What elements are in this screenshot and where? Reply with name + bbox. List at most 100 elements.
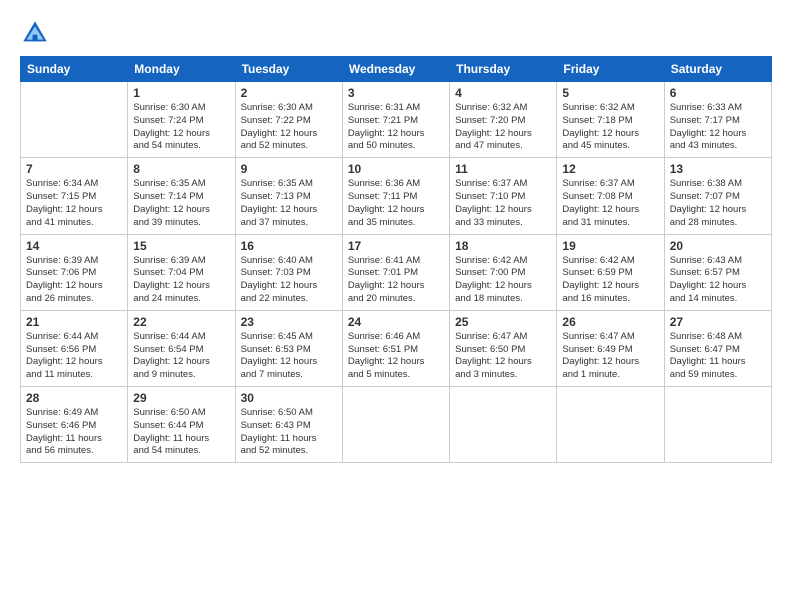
calendar-cell: 12 Sunrise: 6:37 AM Sunset: 7:08 PM Dayli… [557,158,664,234]
day-info: Sunrise: 6:31 AM Sunset: 7:21 PM Dayligh… [348,102,444,153]
day-info: Sunrise: 6:43 AM Sunset: 6:57 PM Dayligh… [670,255,766,306]
calendar-cell: 2Sunrise: 6:30 AM Sunset: 7:22 PM Daylig… [235,82,342,158]
calendar-cell: 28 Sunrise: 6:49 AM Sunset: 6:46 PM Dayli… [21,387,128,463]
day-info: Sunrise: 6:32 AM Sunset: 7:18 PM Dayligh… [562,102,658,153]
day-number: 8 [133,162,229,176]
calendar-day-header: Thursday [450,57,557,82]
calendar-cell [342,387,449,463]
day-number: 13 [670,162,766,176]
day-info: Sunrise: 6:50 AM Sunset: 6:43 PM Dayligh… [241,407,337,458]
day-number: 23 [241,315,337,329]
day-number: 4 [455,86,551,100]
day-number: 17 [348,239,444,253]
day-info: Sunrise: 6:39 AM Sunset: 7:06 PM Dayligh… [26,255,122,306]
day-info: Sunrise: 6:36 AM Sunset: 7:11 PM Dayligh… [348,178,444,229]
day-info: Sunrise: 6:49 AM Sunset: 6:46 PM Dayligh… [26,407,122,458]
day-number: 6 [670,86,766,100]
calendar-cell: 10Sunrise: 6:36 AM Sunset: 7:11 PM Dayli… [342,158,449,234]
day-number: 7 [26,162,122,176]
calendar-cell: 25 Sunrise: 6:47 AM Sunset: 6:50 PM Dayli… [450,310,557,386]
day-number: 11 [455,162,551,176]
day-number: 21 [26,315,122,329]
calendar-header-row: SundayMondayTuesdayWednesdayThursdayFrid… [21,57,772,82]
day-info: Sunrise: 6:41 AM Sunset: 7:01 PM Dayligh… [348,255,444,306]
calendar-week-row: 28 Sunrise: 6:49 AM Sunset: 6:46 PM Dayli… [21,387,772,463]
calendar-cell: 8 Sunrise: 6:35 AM Sunset: 7:14 PM Daylig… [128,158,235,234]
day-info: Sunrise: 6:37 AM Sunset: 7:10 PM Dayligh… [455,178,551,229]
calendar-cell [21,82,128,158]
header [20,18,772,48]
day-info: Sunrise: 6:35 AM Sunset: 7:14 PM Dayligh… [133,178,229,229]
calendar-cell: 11 Sunrise: 6:37 AM Sunset: 7:10 PM Dayli… [450,158,557,234]
calendar-day-header: Friday [557,57,664,82]
day-info: Sunrise: 6:39 AM Sunset: 7:04 PM Dayligh… [133,255,229,306]
day-info: Sunrise: 6:32 AM Sunset: 7:20 PM Dayligh… [455,102,551,153]
day-info: Sunrise: 6:48 AM Sunset: 6:47 PM Dayligh… [670,331,766,382]
calendar-cell: 23 Sunrise: 6:45 AM Sunset: 6:53 PM Dayli… [235,310,342,386]
calendar-week-row: 21 Sunrise: 6:44 AM Sunset: 6:56 PM Dayli… [21,310,772,386]
day-info: Sunrise: 6:47 AM Sunset: 6:49 PM Dayligh… [562,331,658,382]
calendar-cell [557,387,664,463]
day-info: Sunrise: 6:42 AM Sunset: 6:59 PM Dayligh… [562,255,658,306]
day-number: 29 [133,391,229,405]
calendar-cell: 18 Sunrise: 6:42 AM Sunset: 7:00 PM Dayli… [450,234,557,310]
day-number: 2 [241,86,337,100]
calendar-cell [450,387,557,463]
day-number: 25 [455,315,551,329]
day-info: Sunrise: 6:42 AM Sunset: 7:00 PM Dayligh… [455,255,551,306]
calendar-cell: 6 Sunrise: 6:33 AM Sunset: 7:17 PM Daylig… [664,82,771,158]
day-info: Sunrise: 6:45 AM Sunset: 6:53 PM Dayligh… [241,331,337,382]
day-info: Sunrise: 6:33 AM Sunset: 7:17 PM Dayligh… [670,102,766,153]
day-number: 15 [133,239,229,253]
calendar-cell: 13Sunrise: 6:38 AM Sunset: 7:07 PM Dayli… [664,158,771,234]
calendar-cell: 3 Sunrise: 6:31 AM Sunset: 7:21 PM Daylig… [342,82,449,158]
day-number: 14 [26,239,122,253]
page: SundayMondayTuesdayWednesdayThursdayFrid… [0,0,792,612]
day-number: 12 [562,162,658,176]
day-number: 27 [670,315,766,329]
calendar-cell: 9Sunrise: 6:35 AM Sunset: 7:13 PM Daylig… [235,158,342,234]
day-info: Sunrise: 6:47 AM Sunset: 6:50 PM Dayligh… [455,331,551,382]
calendar-cell: 4 Sunrise: 6:32 AM Sunset: 7:20 PM Daylig… [450,82,557,158]
calendar-day-header: Wednesday [342,57,449,82]
logo [20,18,56,48]
day-number: 19 [562,239,658,253]
calendar-week-row: 1 Sunrise: 6:30 AM Sunset: 7:24 PM Daylig… [21,82,772,158]
calendar-cell: 27 Sunrise: 6:48 AM Sunset: 6:47 PM Dayli… [664,310,771,386]
calendar-day-header: Saturday [664,57,771,82]
calendar-cell: 19 Sunrise: 6:42 AM Sunset: 6:59 PM Dayli… [557,234,664,310]
day-info: Sunrise: 6:46 AM Sunset: 6:51 PM Dayligh… [348,331,444,382]
day-number: 3 [348,86,444,100]
day-number: 5 [562,86,658,100]
calendar-cell [664,387,771,463]
day-info: Sunrise: 6:37 AM Sunset: 7:08 PM Dayligh… [562,178,658,229]
day-number: 28 [26,391,122,405]
calendar-cell: 26 Sunrise: 6:47 AM Sunset: 6:49 PM Dayli… [557,310,664,386]
calendar-day-header: Sunday [21,57,128,82]
day-number: 26 [562,315,658,329]
calendar-cell: 1 Sunrise: 6:30 AM Sunset: 7:24 PM Daylig… [128,82,235,158]
day-info: Sunrise: 6:50 AM Sunset: 6:44 PM Dayligh… [133,407,229,458]
calendar-cell: 5 Sunrise: 6:32 AM Sunset: 7:18 PM Daylig… [557,82,664,158]
calendar-cell: 7 Sunrise: 6:34 AM Sunset: 7:15 PM Daylig… [21,158,128,234]
day-number: 1 [133,86,229,100]
calendar-cell: 17 Sunrise: 6:41 AM Sunset: 7:01 PM Dayli… [342,234,449,310]
day-info: Sunrise: 6:30 AM Sunset: 7:24 PM Dayligh… [133,102,229,153]
day-number: 24 [348,315,444,329]
calendar-cell: 30 Sunrise: 6:50 AM Sunset: 6:43 PM Dayli… [235,387,342,463]
day-info: Sunrise: 6:34 AM Sunset: 7:15 PM Dayligh… [26,178,122,229]
day-number: 16 [241,239,337,253]
logo-icon [20,18,50,48]
calendar-week-row: 7 Sunrise: 6:34 AM Sunset: 7:15 PM Daylig… [21,158,772,234]
calendar-cell: 15 Sunrise: 6:39 AM Sunset: 7:04 PM Dayli… [128,234,235,310]
day-info: Sunrise: 6:40 AM Sunset: 7:03 PM Dayligh… [241,255,337,306]
day-number: 20 [670,239,766,253]
calendar-table: SundayMondayTuesdayWednesdayThursdayFrid… [20,56,772,463]
day-number: 18 [455,239,551,253]
day-number: 30 [241,391,337,405]
calendar-cell: 24 Sunrise: 6:46 AM Sunset: 6:51 PM Dayli… [342,310,449,386]
calendar-cell: 21 Sunrise: 6:44 AM Sunset: 6:56 PM Dayli… [21,310,128,386]
calendar-cell: 22Sunrise: 6:44 AM Sunset: 6:54 PM Dayli… [128,310,235,386]
day-info: Sunrise: 6:44 AM Sunset: 6:56 PM Dayligh… [26,331,122,382]
day-number: 9 [241,162,337,176]
